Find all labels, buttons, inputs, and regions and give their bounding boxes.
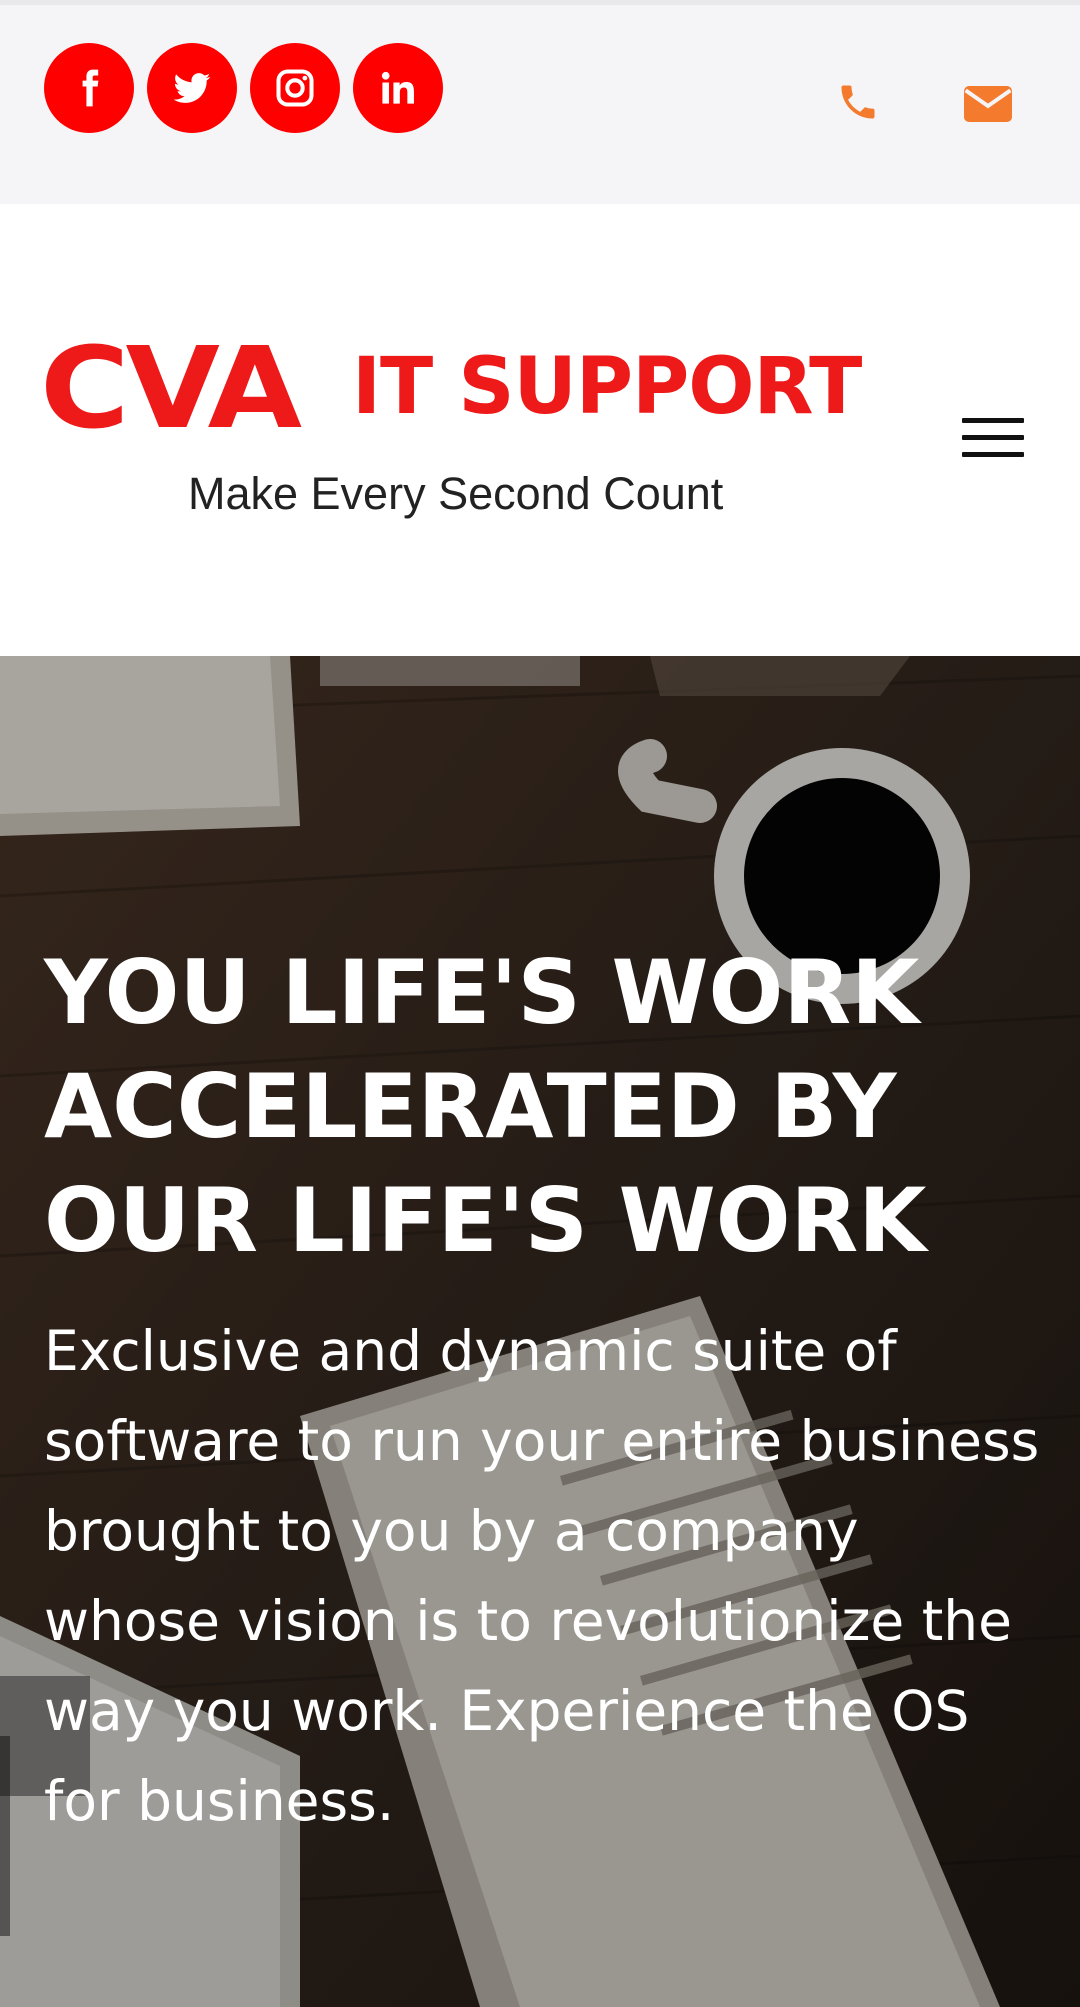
logo[interactable]: CVA IT SUPPORT Make Every Second Count bbox=[40, 332, 880, 532]
logo-brand: CVA bbox=[40, 322, 302, 454]
linkedin-link[interactable] bbox=[353, 43, 443, 133]
instagram-link[interactable] bbox=[250, 43, 340, 133]
envelope-icon[interactable] bbox=[962, 80, 1014, 128]
linkedin-icon bbox=[381, 71, 414, 104]
facebook-icon bbox=[82, 69, 99, 107]
facebook-link[interactable] bbox=[44, 43, 134, 133]
phone-icon[interactable] bbox=[836, 80, 880, 124]
hamburger-menu-icon[interactable] bbox=[962, 416, 1024, 460]
logo-tagline: Make Every Second Count bbox=[188, 468, 724, 519]
instagram-icon bbox=[276, 69, 314, 107]
twitter-icon bbox=[173, 73, 211, 103]
hero-section: YOU LIFE'S WORK ACCELERATED BY OUR LIFE'… bbox=[0, 656, 1080, 2007]
hero-description: Exclusive and dynamic suite of software … bbox=[44, 1319, 1040, 1833]
twitter-link[interactable] bbox=[147, 43, 237, 133]
social-links bbox=[44, 43, 443, 133]
top-bar bbox=[0, 0, 1080, 204]
logo-subtitle: IT SUPPORT bbox=[352, 342, 862, 432]
site-header: CVA IT SUPPORT Make Every Second Count bbox=[0, 204, 1080, 656]
hero-title: YOU LIFE'S WORK ACCELERATED BY OUR LIFE'… bbox=[44, 941, 927, 1272]
